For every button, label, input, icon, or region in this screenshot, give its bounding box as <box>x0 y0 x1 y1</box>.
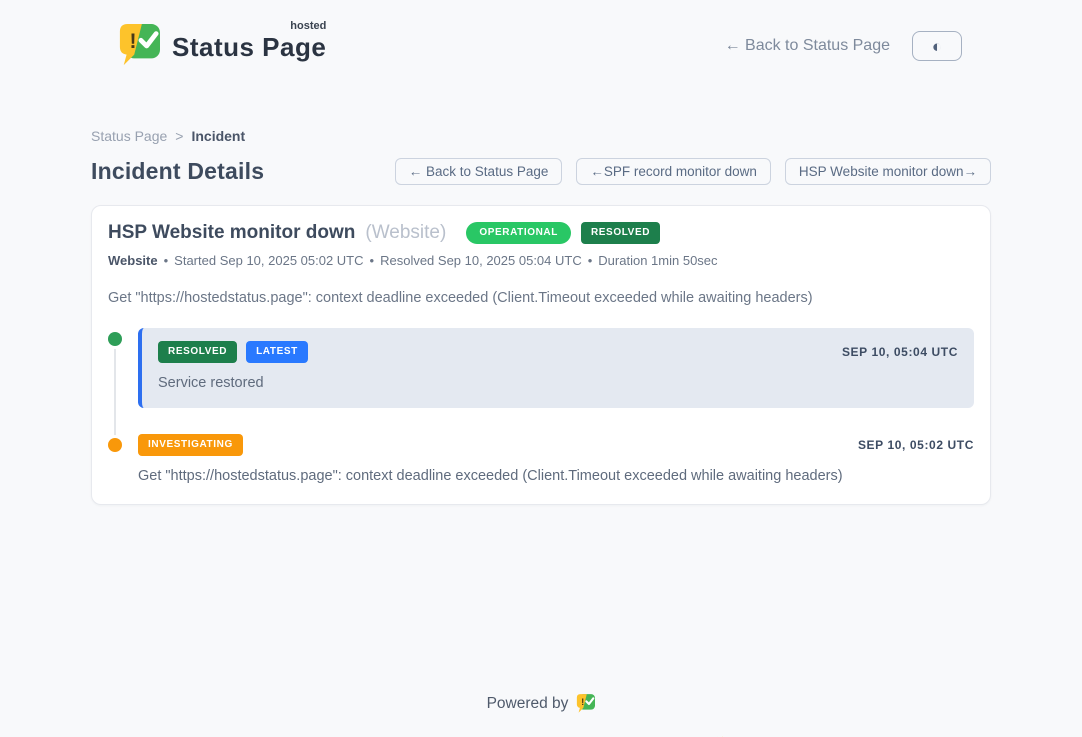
incident-card: HSP Website monitor down (Website) OPERA… <box>91 205 991 505</box>
theme-toggle-icon: ◐ <box>932 38 942 55</box>
resolved-dot-icon <box>108 332 122 346</box>
breadcrumb-status-page[interactable]: Status Page <box>91 128 167 144</box>
operational-status-badge: OPERATIONAL <box>466 222 571 244</box>
meta-separator: • <box>370 253 375 268</box>
main-content: Status Page > Incident Incident Details … <box>91 76 991 737</box>
investigating-dot-icon <box>108 438 122 452</box>
timeline-timestamp: SEP 10, 05:02 UTC <box>858 438 974 452</box>
timeline-message: Service restored <box>158 375 958 391</box>
incident-nav-buttons: ← Back to Status Page ←SPF record monito… <box>395 158 991 185</box>
meta-component: Website <box>108 253 158 268</box>
timeline-latest-badge: LATEST <box>246 341 308 363</box>
meta-separator: • <box>164 253 169 268</box>
prev-incident-button[interactable]: ←SPF record monitor down <box>576 158 771 185</box>
breadcrumb-separator: > <box>175 128 183 144</box>
theme-toggle-button[interactable]: ◐ <box>912 31 962 61</box>
incident-description: Get "https://hostedstatus.page": context… <box>108 290 974 306</box>
page-footer: Powered by ! © 2025-10-08 14:10:34.77208… <box>91 693 991 737</box>
timeline-resolved-badge: RESOLVED <box>158 341 237 363</box>
timeline-message: Get "https://hostedstatus.page": context… <box>138 468 974 484</box>
svg-text:!: ! <box>582 697 585 708</box>
timeline-investigating-badge: INVESTIGATING <box>138 434 243 456</box>
timeline-event-resolved: RESOLVED LATEST SEP 10, 05:04 UTC Servic… <box>108 328 974 408</box>
back-to-status-page-button[interactable]: ← Back to Status Page <box>395 158 563 185</box>
hsp-mini-logo-icon[interactable]: ! <box>576 693 595 715</box>
breadcrumb: Status Page > Incident <box>91 128 991 144</box>
page-title: Incident Details <box>91 158 264 185</box>
svg-text:!: ! <box>129 30 136 53</box>
timeline-event-latest-box: RESOLVED LATEST SEP 10, 05:04 UTC Servic… <box>138 328 974 408</box>
meta-separator: • <box>588 253 593 268</box>
powered-by-label: Powered by <box>487 695 569 713</box>
status-page-logo-icon: ! <box>118 22 160 70</box>
incident-title: HSP Website monitor down <box>108 222 355 244</box>
incident-component: (Website) <box>365 222 446 244</box>
header-back-link[interactable]: ← Back to Status Page <box>725 37 890 55</box>
meta-resolved: Resolved Sep 10, 2025 05:04 UTC <box>380 253 582 268</box>
timeline-event-investigating: INVESTIGATING SEP 10, 05:02 UTC Get "htt… <box>108 434 974 484</box>
page-header: ! Status Page hosted ← Back to Status Pa… <box>0 0 1082 76</box>
meta-duration: Duration 1min 50sec <box>598 253 717 268</box>
incident-timeline: RESOLVED LATEST SEP 10, 05:04 UTC Servic… <box>108 328 974 484</box>
meta-started: Started Sep 10, 2025 05:02 UTC <box>174 253 363 268</box>
app-logo[interactable]: ! Status Page hosted <box>118 22 326 70</box>
resolved-status-badge: RESOLVED <box>581 222 660 244</box>
logo-text: Status Page <box>172 32 326 62</box>
next-incident-button[interactable]: HSP Website monitor down→ <box>785 158 991 185</box>
incident-meta: Website • Started Sep 10, 2025 05:02 UTC… <box>108 253 974 268</box>
logo-hosted-label: hosted <box>290 20 326 32</box>
timeline-timestamp: SEP 10, 05:04 UTC <box>842 345 958 359</box>
breadcrumb-incident: Incident <box>191 128 245 144</box>
